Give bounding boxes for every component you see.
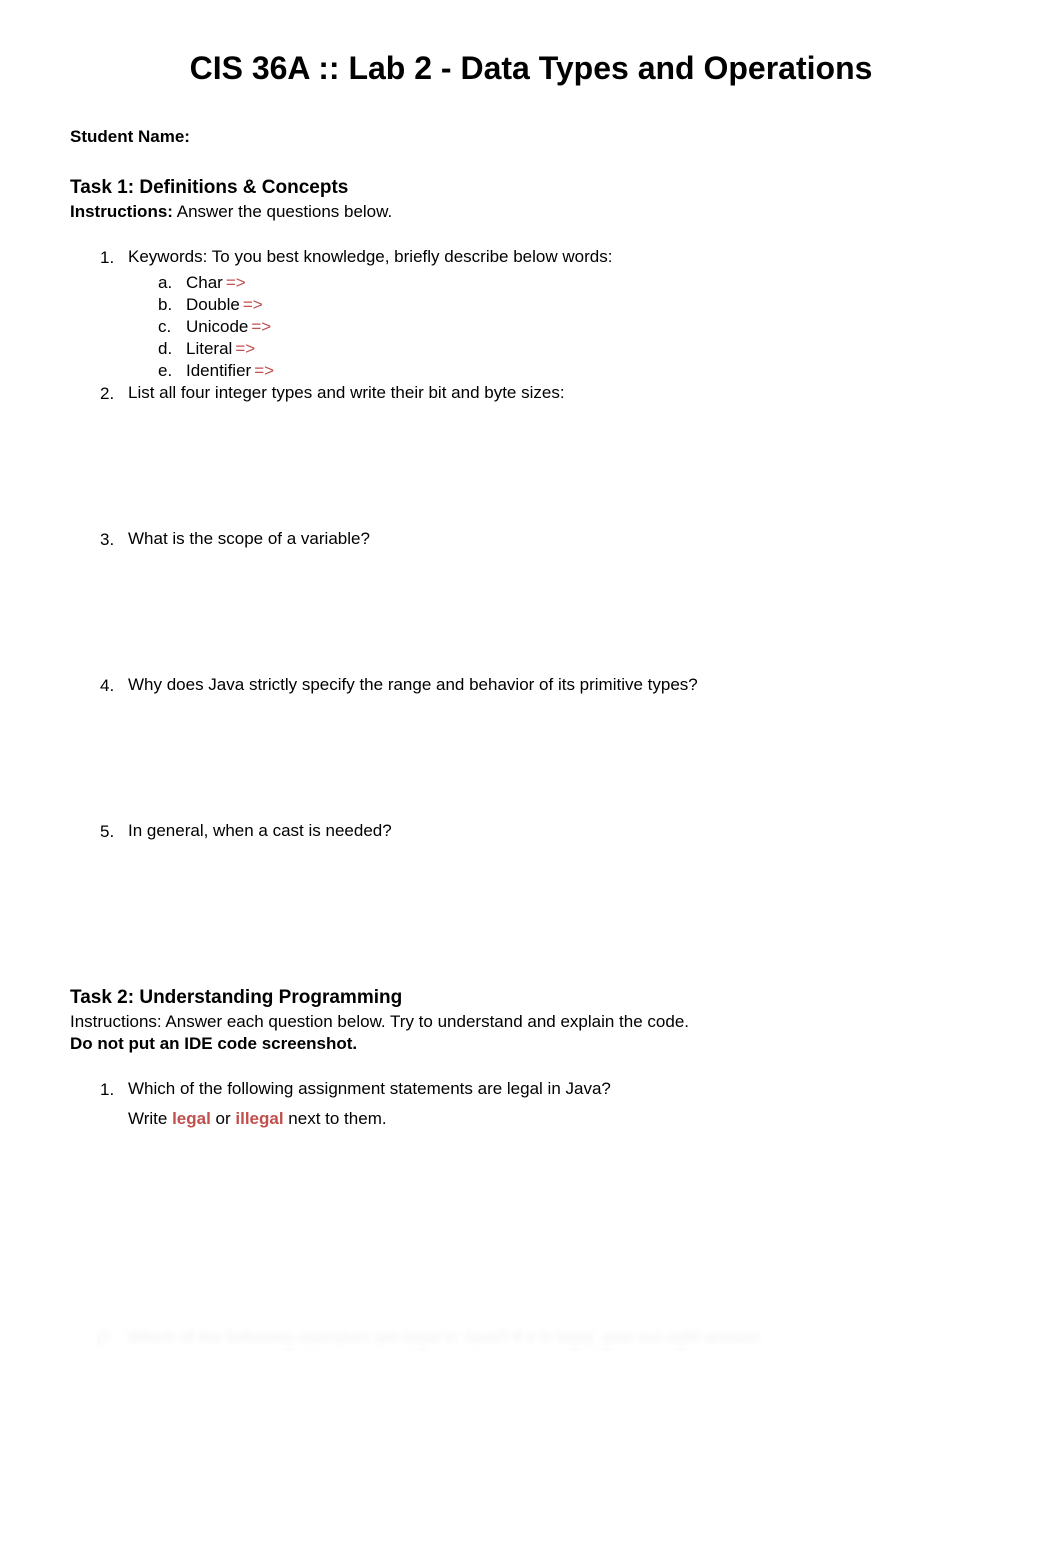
sub-letter: a. [158,273,186,293]
task1-questions: 1. Keywords: To you best knowledge, brie… [100,247,992,967]
next-text: next to them. [284,1109,387,1128]
question-5: 5. In general, when a cast is needed? [100,821,992,842]
page-title: CIS 36A :: Lab 2 - Data Types and Operat… [70,50,992,87]
question-1: 1. Keywords: To you best knowledge, brie… [100,247,992,268]
or-text: or [211,1109,236,1128]
illegal-text: illegal [235,1109,283,1128]
question-number: 1. [100,1079,128,1129]
sub-item-e: e. Identifier => [158,361,992,381]
task2-instructions: Instructions: Answer each question below… [70,1012,992,1032]
question-number: 3. [100,529,128,550]
arrow-icon: => [226,273,246,293]
answer-space [100,701,992,821]
instructions-label: Instructions: [70,202,173,221]
sub-letter: e. [158,361,186,381]
question-number: 4. [100,675,128,696]
answer-space [100,847,992,967]
question-3: 3. What is the scope of a variable? [100,529,992,550]
question-number: 1. [100,247,128,268]
task1-heading: Task 1: Definitions & Concepts [70,177,992,199]
q1-line2: Write legal or illegal next to them. [128,1109,992,1129]
question-text: Keywords: To you best knowledge, briefly… [128,247,992,268]
question-4: 4. Why does Java strictly specify the ra… [100,675,992,696]
sub-letter: b. [158,295,186,315]
question-text: In general, when a cast is needed? [128,821,992,842]
task2-heading: Task 2: Understanding Programming [70,987,992,1009]
sub-item-d: d. Literal => [158,339,992,359]
sub-item-c: c. Unicode => [158,317,992,337]
sub-text: Identifier [186,361,251,381]
arrow-icon: => [254,361,274,381]
question-number: 5. [100,821,128,842]
answer-space [100,555,992,675]
sub-item-b: b. Double => [158,295,992,315]
question-text: Which of the following assignment statem… [128,1079,992,1129]
task2-note: Do not put an IDE code screenshot. [70,1034,992,1054]
question-2: 2. List all four integer types and write… [100,383,992,404]
sub-letter: d. [158,339,186,359]
sub-text: Char [186,273,223,293]
fade-overlay [100,1329,992,1349]
instructions-text: Answer the questions below. [173,202,392,221]
student-name-label: Student Name: [70,127,992,147]
legal-text: legal [172,1109,211,1128]
task2-questions: 1. Which of the following assignment sta… [100,1079,992,1129]
q1-line1: Which of the following assignment statem… [128,1079,992,1099]
task2-question-1: 1. Which of the following assignment sta… [100,1079,992,1129]
sub-letter: c. [158,317,186,337]
sub-text: Unicode [186,317,248,337]
sub-item-a: a. Char => [158,273,992,293]
arrow-icon: => [243,295,263,315]
answer-space [100,409,992,529]
task1-instructions: Instructions: Answer the questions below… [70,202,992,222]
sub-text: Literal [186,339,232,359]
write-text: Write [128,1109,172,1128]
question-number: 2. [100,383,128,404]
question-text: What is the scope of a variable? [128,529,992,550]
sub-text: Double [186,295,240,315]
arrow-icon: => [235,339,255,359]
faded-preview: 2. Which of the following operators are … [100,1329,992,1349]
arrow-icon: => [251,317,271,337]
question-text: List all four integer types and write th… [128,383,992,404]
q1-sublist: a. Char => b. Double => c. Unicode => d.… [158,273,992,381]
question-text: Why does Java strictly specify the range… [128,675,992,696]
